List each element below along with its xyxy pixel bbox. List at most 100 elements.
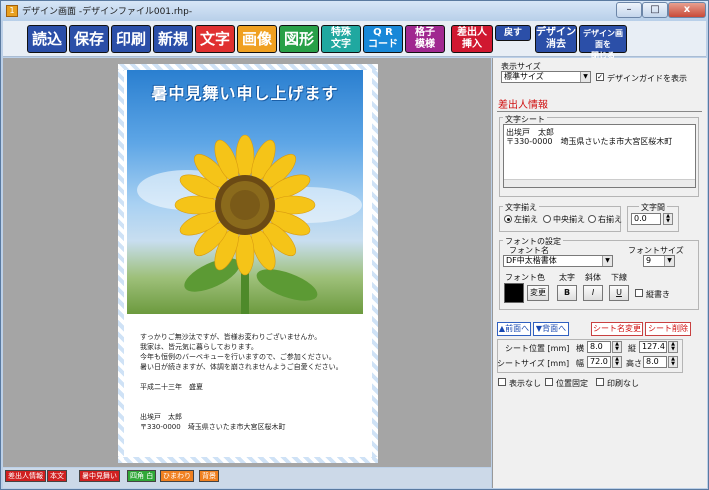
hide-label: 表示なし: [509, 379, 541, 388]
fix-position-label: 位置固定: [556, 379, 588, 388]
vertical-writing-label: 縦書き: [646, 290, 670, 299]
spacing-stepper[interactable]: ▲ ▼: [663, 213, 673, 225]
send-back-button[interactable]: ▼背面へ: [533, 322, 569, 336]
horizontal-scrollbar[interactable]: [504, 179, 695, 187]
letter-line: [140, 372, 370, 382]
design-guide-checkbox[interactable]: ✓: [596, 73, 604, 81]
align-left-radio[interactable]: [504, 215, 512, 223]
layer-tab[interactable]: 差出人情報: [5, 470, 46, 482]
close-button[interactable]: x: [668, 2, 706, 18]
chevron-down-icon: ▼: [602, 256, 612, 266]
sheet-rename-button[interactable]: シート名変更: [591, 322, 643, 336]
minimize-button[interactable]: –: [616, 2, 642, 18]
toolbar: 読込 保存 印刷 新規 文字 画像 図形 特殊 文字 Q R コード 格子 模様…: [3, 21, 706, 60]
text-button[interactable]: 文字: [195, 25, 235, 53]
layer-tab[interactable]: 本文: [47, 470, 67, 482]
postcard-paper[interactable]: 暑中見舞い申し上げます すっかりご無沙汰ですが、皆様お変わりございませんか。 我家…: [118, 64, 378, 463]
font-color-label: フォント色: [505, 273, 545, 282]
no-print-checkbox[interactable]: [596, 378, 604, 386]
fix-position-checkbox[interactable]: [545, 378, 553, 386]
width-input[interactable]: 72.0: [587, 356, 611, 368]
letter-line: 平成二十三年 盛夏: [140, 383, 203, 391]
layer-tab[interactable]: 暑中見舞い: [79, 470, 120, 482]
align-center-label: 中央揃え: [553, 215, 585, 224]
layer-tab[interactable]: ひまわり: [160, 470, 194, 482]
image-button[interactable]: 画像: [237, 25, 277, 53]
font-color-change-button[interactable]: 変更: [527, 285, 549, 301]
layer-tab[interactable]: 四角 白: [127, 470, 157, 482]
height-stepper[interactable]: ▲ ▼: [668, 356, 678, 368]
qr-code-button[interactable]: Q R コード: [363, 25, 403, 53]
position-x-stepper[interactable]: ▲ ▼: [612, 341, 622, 353]
qr-label-1: Q R: [373, 27, 393, 38]
position-y-stepper[interactable]: ▲ ▼: [668, 341, 678, 353]
new-button[interactable]: 新規: [153, 25, 193, 53]
sheet-position-label: シート位置 [mm]: [505, 344, 570, 353]
font-name-select[interactable]: DF中太楷書体 ▼: [503, 255, 613, 267]
letter-body[interactable]: すっかりご無沙汰ですが、皆様お変わりございませんか。 我家は、皆元気に暮らしており…: [140, 332, 370, 432]
sheet-delete-button[interactable]: シート削除: [645, 322, 691, 336]
sunflower-image[interactable]: 暑中見舞い申し上げます: [127, 70, 363, 314]
design-canvas[interactable]: 暑中見舞い申し上げます すっかりご無沙汰ですが、皆様お変わりございませんか。 我家…: [3, 58, 491, 467]
print-button[interactable]: 印刷: [111, 25, 151, 53]
maximize-button[interactable]: □: [642, 2, 668, 18]
bold-button[interactable]: B: [557, 285, 577, 301]
letter-line: 今年も恒例のバーベキューを行いますので、ご参加ください。: [140, 353, 336, 361]
horizontal-label: 横: [576, 344, 584, 353]
special-text-button[interactable]: 特殊 文字: [321, 25, 361, 53]
letter-line: [140, 402, 370, 412]
font-color-swatch[interactable]: [504, 283, 524, 303]
spacing-input[interactable]: 0.0: [631, 213, 661, 225]
undo-button[interactable]: 戻す: [495, 25, 531, 41]
save-button[interactable]: 保存: [69, 25, 109, 53]
position-x-input[interactable]: 8.0: [587, 341, 611, 353]
text-sheet-textarea[interactable]: 出埃戸 太郎 〒330-0000 埼玉県さいたま市大宮区桜木町: [503, 124, 696, 188]
read-button[interactable]: 読込: [27, 25, 67, 53]
title-bar: 1 デザイン画面 -デザインファイル001.rhp- – □ x: [1, 1, 708, 21]
merge-label-1: 差出人: [457, 27, 487, 38]
design-clear-button[interactable]: デザイン 消去: [535, 25, 577, 53]
underline-label: 下線: [611, 273, 627, 282]
underline-button[interactable]: U: [609, 285, 629, 301]
design-clear-label-1: デザイン: [536, 27, 576, 38]
no-print-label: 印刷なし: [607, 379, 639, 388]
letter-line: 暑い日が続きますが、体調を崩されませんようご自愛ください。: [140, 363, 343, 371]
height-input[interactable]: 8.0: [643, 356, 667, 368]
width-stepper[interactable]: ▲ ▼: [612, 356, 622, 368]
shape-button[interactable]: 図形: [279, 25, 319, 53]
vertical-writing-checkbox[interactable]: [635, 289, 643, 297]
hide-checkbox[interactable]: [498, 378, 506, 386]
section-title: 差出人情報: [498, 100, 548, 111]
app-icon: 1: [6, 5, 18, 17]
position-y-input[interactable]: 127.4: [639, 341, 667, 353]
greeting-headline[interactable]: 暑中見舞い申し上げます: [127, 80, 363, 104]
display-size-select[interactable]: 標準サイズ ▼: [501, 71, 591, 83]
design-clear-label-2: 消去: [546, 39, 566, 50]
italic-button[interactable]: I: [583, 285, 603, 301]
bring-front-button[interactable]: ▲前面へ: [497, 322, 531, 336]
layer-tab[interactable]: 背景: [199, 470, 219, 482]
bold-label: 太字: [559, 273, 575, 282]
text-sheet-line-2: 〒330-0000 埼玉県さいたま市大宮区桜木町: [506, 137, 673, 146]
merge-label-2: 挿入: [462, 39, 482, 50]
display-size-value: 標準サイズ: [504, 72, 544, 81]
window-title: デザイン画面 -デザインファイル001.rhp-: [22, 7, 193, 17]
merge-insert-button[interactable]: 差出人 挿入: [451, 25, 493, 53]
properties-panel: 表示サイズ 標準サイズ ▼ ✓ デザインガイドを表示 差出人情報 文字シート 出…: [492, 58, 707, 488]
letter-line: 我家は、皆元気に暮らしております。: [140, 343, 258, 351]
letter-line: [140, 392, 370, 402]
section-divider: [497, 111, 702, 112]
vertical-label: 縦: [628, 344, 636, 353]
grid-pattern-button[interactable]: 格子 模様: [405, 25, 445, 53]
chevron-down-icon: ▼: [580, 72, 590, 82]
qr-label-2: コード: [368, 39, 398, 50]
align-center-radio[interactable]: [543, 215, 551, 223]
grid-label-1: 格子: [415, 27, 435, 38]
close-design-label-1: デザイン画面を: [583, 29, 623, 49]
font-size-select[interactable]: 9 ▼: [643, 255, 675, 267]
align-right-radio[interactable]: [588, 215, 596, 223]
font-name-value: DF中太楷書体: [506, 256, 557, 265]
sunflower-illustration: [137, 134, 362, 314]
close-design-button[interactable]: デザイン画面を 閉じる: [579, 25, 627, 60]
chevron-down-icon: ▼: [664, 256, 674, 266]
